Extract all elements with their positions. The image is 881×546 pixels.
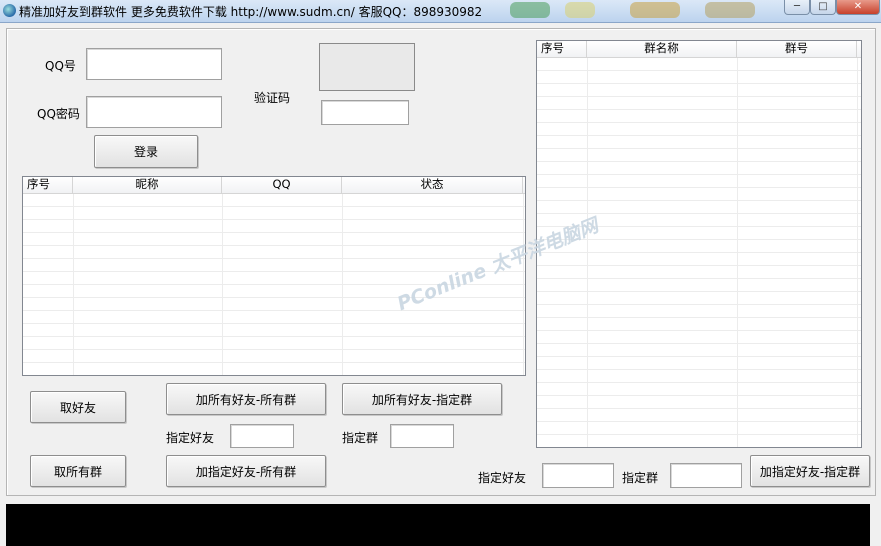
column-header-index[interactable]: 序号 — [23, 177, 73, 193]
minimize-button[interactable]: ─ — [784, 0, 810, 15]
column-divider — [222, 194, 223, 375]
column-header-qq[interactable]: QQ — [222, 177, 342, 193]
friends-table-header: 序号 昵称 QQ 状态 — [23, 177, 525, 194]
specified-group-input-2[interactable] — [670, 463, 742, 488]
get-all-groups-button[interactable]: 取所有群 — [30, 455, 126, 487]
column-divider — [342, 194, 343, 375]
specified-friend-input-2[interactable] — [542, 463, 614, 488]
specified-friend-input[interactable] — [230, 424, 294, 448]
captcha-image[interactable] — [319, 43, 415, 91]
taskbar-blur — [705, 2, 755, 18]
groups-table-body[interactable] — [537, 58, 861, 447]
window-title: 精准加好友到群软件 更多免费软件下载 http://www.sudm.cn/ 客… — [19, 5, 483, 19]
column-divider — [587, 58, 588, 447]
column-divider — [737, 58, 738, 447]
add-all-friends-specified-group-button[interactable]: 加所有好友-指定群 — [342, 383, 502, 415]
friends-table[interactable]: 序号 昵称 QQ 状态 — [22, 176, 526, 376]
friends-table-body[interactable] — [23, 194, 525, 375]
title-bar: 精准加好友到群软件 更多免费软件下载 http://www.sudm.cn/ 客… — [0, 0, 881, 23]
qq-input[interactable] — [86, 48, 222, 80]
groups-table-header: 序号 群名称 群号 — [537, 41, 861, 58]
column-header-status[interactable]: 状态 — [342, 177, 523, 193]
specified-group-input[interactable] — [390, 424, 454, 448]
app-icon — [3, 4, 16, 17]
add-specified-friend-all-groups-button[interactable]: 加指定好友-所有群 — [166, 455, 326, 487]
login-button[interactable]: 登录 — [94, 135, 198, 168]
groups-table[interactable]: 序号 群名称 群号 — [536, 40, 862, 448]
column-divider — [73, 194, 74, 375]
qq-label: QQ号 — [45, 59, 76, 73]
get-friends-button[interactable]: 取好友 — [30, 391, 126, 423]
captcha-input[interactable] — [321, 100, 409, 125]
password-label: QQ密码 — [37, 107, 80, 121]
captcha-label: 验证码 — [254, 91, 291, 105]
maximize-button[interactable]: □ — [810, 0, 836, 15]
specified-friend-label-2: 指定好友 — [478, 471, 527, 485]
password-input[interactable] — [86, 96, 222, 128]
taskbar-blur — [565, 2, 595, 18]
column-header-group-name[interactable]: 群名称 — [587, 41, 737, 57]
taskbar-blur — [510, 2, 550, 18]
log-output-panel — [6, 504, 870, 546]
specified-friend-label: 指定好友 — [166, 431, 215, 445]
specified-group-label-2: 指定群 — [622, 471, 659, 485]
column-header-group-number[interactable]: 群号 — [737, 41, 857, 57]
column-header-index[interactable]: 序号 — [537, 41, 587, 57]
column-divider — [857, 58, 858, 447]
close-button[interactable]: ✕ — [836, 0, 880, 15]
add-all-friends-all-groups-button[interactable]: 加所有好友-所有群 — [166, 383, 326, 415]
specified-group-label: 指定群 — [342, 431, 379, 445]
add-specified-friend-specified-group-button[interactable]: 加指定好友-指定群 — [750, 455, 870, 487]
column-divider — [523, 194, 524, 375]
taskbar-blur — [630, 2, 680, 18]
column-header-nickname[interactable]: 昵称 — [73, 177, 222, 193]
